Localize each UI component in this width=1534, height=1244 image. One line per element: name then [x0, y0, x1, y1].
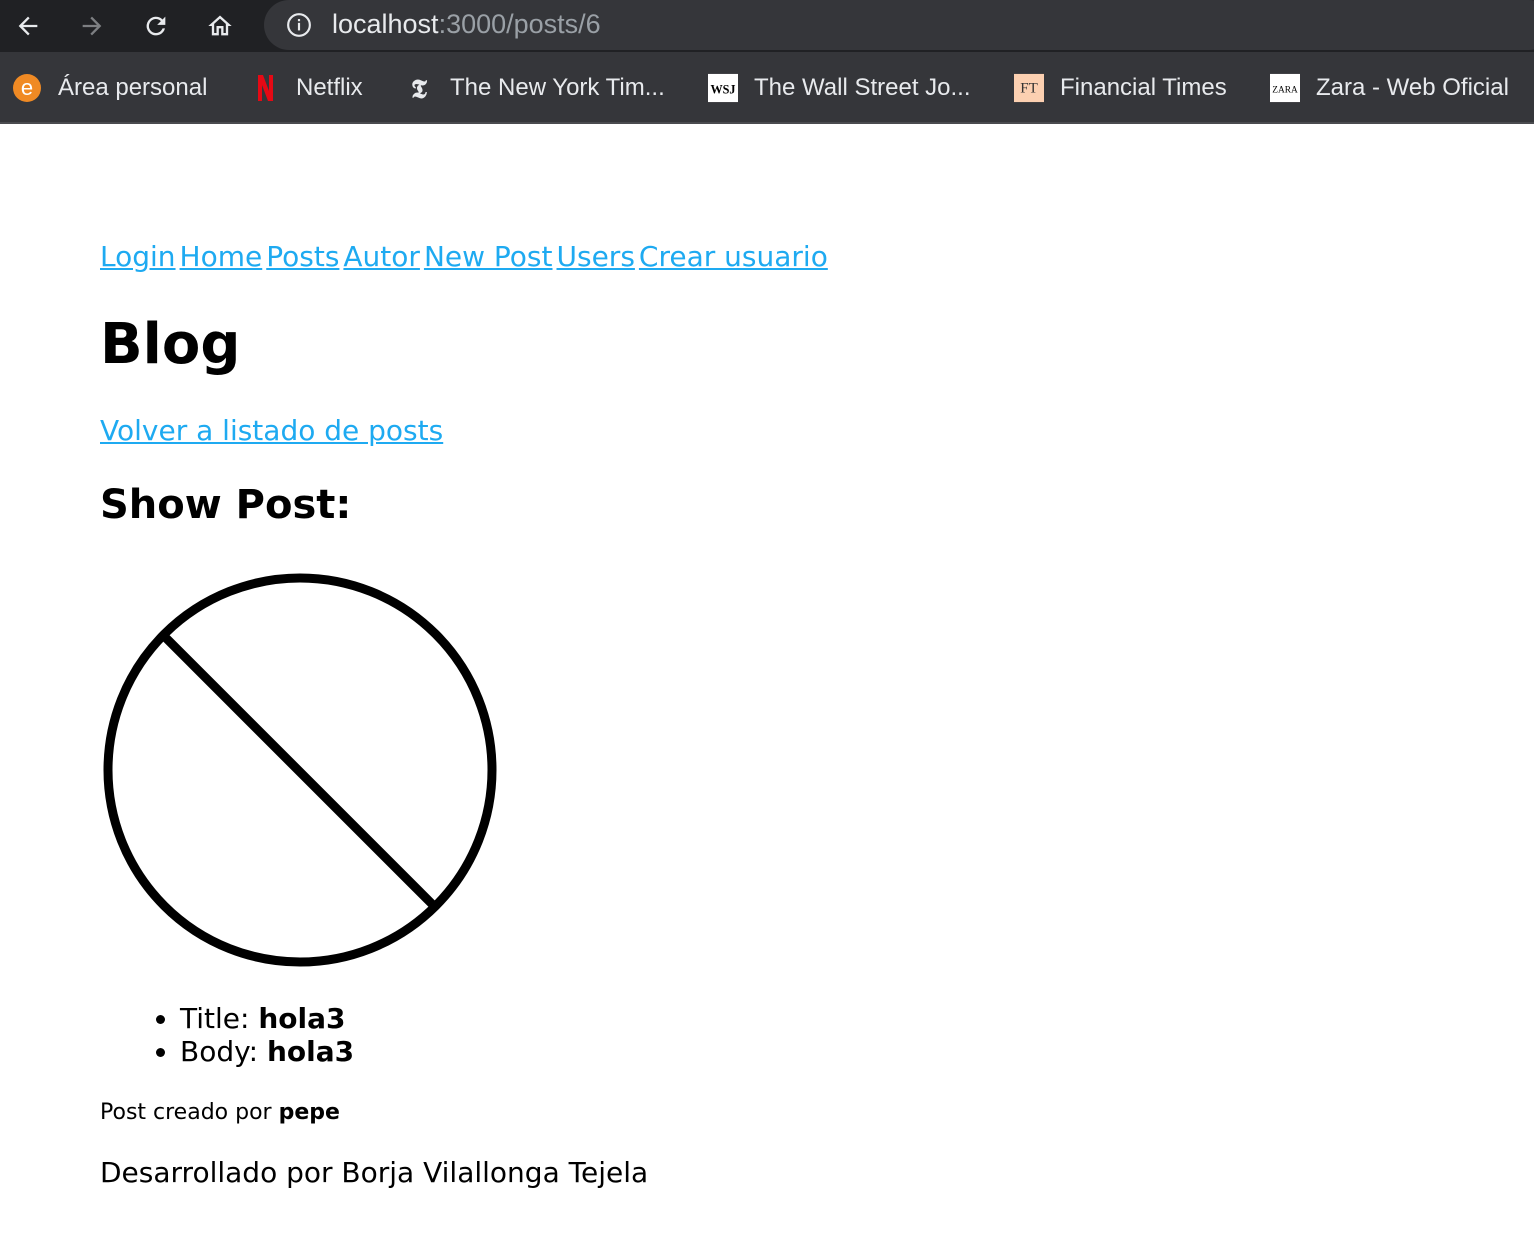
top-navigation: Login Home Posts Autor New Post Users Crear us…: [100, 240, 832, 273]
nav-link-login[interactable]: Login: [100, 240, 176, 273]
wsj-icon-text: WSJ: [710, 83, 735, 97]
nyt-icon: 𝕿: [404, 73, 434, 103]
info-icon[interactable]: [286, 12, 312, 42]
post-title-item: Title: hola3: [180, 1002, 354, 1035]
post-body-value: hola3: [266, 1035, 355, 1068]
bookmark-wsj[interactable]: WSJ The Wall Street Jo...: [708, 70, 971, 106]
post-body-item: Body: hola3: [180, 1035, 354, 1068]
bookmark-zara[interactable]: ZARA Zara - Web Oficial: [1270, 70, 1509, 106]
zara-icon: ZARA: [1270, 73, 1300, 103]
back-to-posts-link[interactable]: Volver a listado de posts: [100, 414, 443, 447]
nav-link-users[interactable]: Users: [557, 240, 635, 273]
nav-link-new-post[interactable]: New Post: [424, 240, 553, 273]
netflix-icon: [250, 73, 280, 103]
nav-link-home[interactable]: Home: [180, 240, 263, 273]
bookmark-label: The Wall Street Jo...: [754, 74, 971, 101]
bookmark-label: Área personal: [58, 74, 208, 101]
nyt-icon-glyph: 𝕿: [411, 75, 428, 103]
show-post-heading: Show Post:: [100, 482, 352, 528]
home-icon[interactable]: [200, 6, 240, 46]
bookmark-area-personal[interactable]: e Área personal: [12, 70, 207, 106]
e-icon-letter: e: [21, 75, 33, 100]
bookmark-label: The New York Tim...: [450, 74, 665, 101]
browser-toolbar: localhost:3000/posts/6: [0, 0, 1534, 52]
post-body-label: Body:: [180, 1035, 267, 1068]
no-image-icon: [100, 570, 500, 970]
post-title-label: Title:: [180, 1002, 259, 1035]
ft-icon-text: FT: [1020, 81, 1038, 97]
back-icon[interactable]: [8, 6, 48, 46]
url-text[interactable]: localhost:3000/posts/6: [332, 9, 601, 40]
reload-icon[interactable]: [136, 6, 176, 46]
wsj-icon: WSJ: [708, 73, 738, 103]
bookmark-label: Financial Times: [1060, 74, 1227, 101]
bookmarks-bar: e Área personal Netflix 𝕿 The New York T…: [0, 52, 1534, 124]
bookmark-netflix[interactable]: Netflix: [250, 70, 363, 106]
ft-icon: FT: [1014, 73, 1044, 103]
footer-credit: Desarrollado por Borja Vilallonga Tejela: [100, 1156, 649, 1189]
nav-link-autor[interactable]: Autor: [343, 240, 420, 273]
bookmark-ft[interactable]: FT Financial Times: [1014, 70, 1227, 106]
post-title-value: hola3: [258, 1002, 346, 1035]
nav-link-crear-usuario[interactable]: Crear usuario: [639, 240, 828, 273]
post-creator: Post creado por pepe: [100, 1100, 340, 1125]
bookmark-nyt[interactable]: 𝕿 The New York Tim...: [404, 70, 665, 106]
post-details-list: Title: hola3 Body: hola3: [180, 1002, 354, 1068]
forward-icon[interactable]: [72, 6, 112, 46]
bookmark-label: Netflix: [296, 74, 363, 101]
bookmark-label: Zara - Web Oficial: [1316, 74, 1509, 101]
url-path: :3000/posts/6: [438, 9, 601, 39]
creator-prefix: Post creado por: [100, 1100, 279, 1125]
zara-icon-text: ZARA: [1272, 86, 1298, 96]
url-host: localhost: [332, 9, 439, 39]
e-icon: e: [12, 73, 42, 103]
creator-name: pepe: [278, 1100, 340, 1125]
page-title: Blog: [100, 312, 241, 377]
address-bar[interactable]: localhost:3000/posts/6: [264, 0, 1534, 50]
nav-link-posts[interactable]: Posts: [266, 240, 339, 273]
